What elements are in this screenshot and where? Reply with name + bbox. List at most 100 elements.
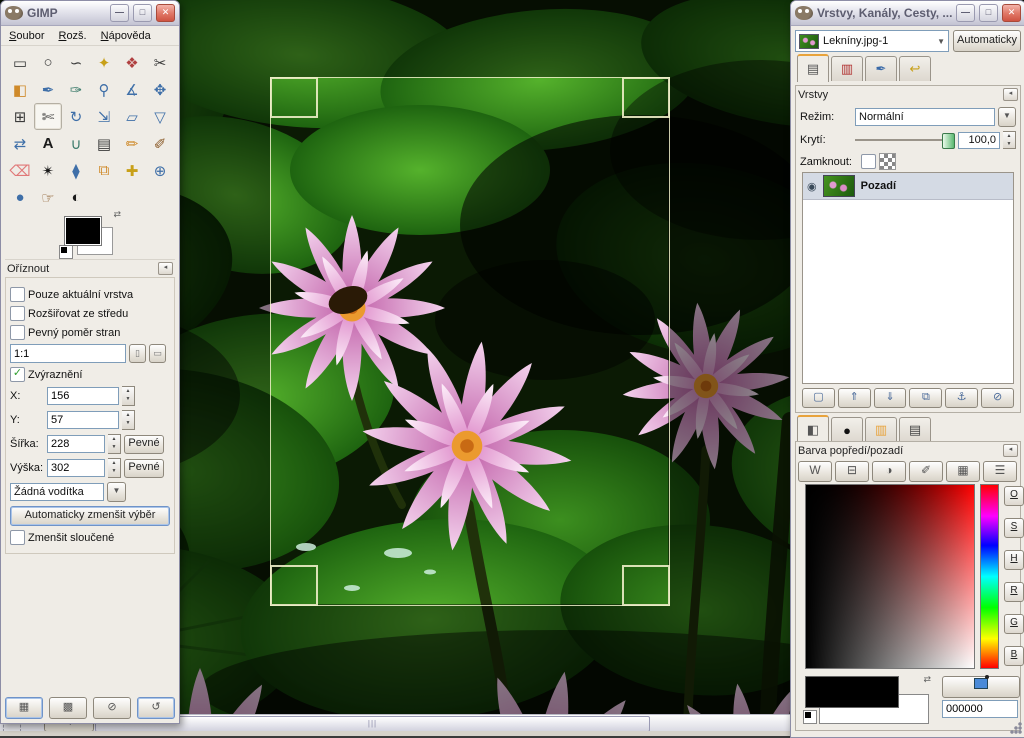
tool-zoom[interactable]: ⚲: [90, 76, 118, 103]
y-input[interactable]: [47, 411, 119, 429]
patterns-tab[interactable]: ▥: [865, 417, 897, 442]
delete-options-button[interactable]: ⊘: [93, 697, 131, 719]
x-input[interactable]: [47, 387, 119, 405]
gradients-tab[interactable]: ▤: [899, 417, 931, 442]
lock-checkbox[interactable]: [861, 154, 876, 169]
duplicate-layer-button[interactable]: ⧉: [909, 388, 942, 408]
paths-tab[interactable]: ✒: [865, 56, 897, 81]
channels-tab[interactable]: ▥: [831, 56, 863, 81]
highlight-checkbox[interactable]: ✓: [10, 367, 25, 382]
palette-selector-button[interactable]: ▦: [946, 461, 980, 482]
dock-titlebar[interactable]: Vrstvy, Kanály, Cesty, ... — □ ✕: [791, 1, 1024, 26]
height-spinner[interactable]: ▲▼: [108, 458, 121, 478]
shrink-merged-checkbox[interactable]: [10, 530, 25, 545]
watercolor-selector-button[interactable]: ✐: [909, 461, 943, 482]
menu-rozs[interactable]: Rozš.: [58, 30, 86, 42]
tool-free-select[interactable]: ∽: [62, 49, 90, 76]
ratio-input[interactable]: [10, 344, 126, 363]
tool-move[interactable]: ✥: [146, 76, 174, 103]
toolbox-titlebar[interactable]: GIMP — □ ✕: [1, 1, 179, 26]
saturation-channel-button[interactable]: S: [1004, 518, 1024, 538]
save-options-button[interactable]: ▦: [5, 697, 43, 719]
image-selector[interactable]: Lekníny.jpg-1 ▼: [795, 30, 949, 52]
tool-bucket-fill[interactable]: ∪: [62, 130, 90, 157]
resize-grip[interactable]: [1010, 722, 1022, 734]
collapse-layers-button[interactable]: ◂: [1003, 88, 1018, 101]
fg-bg-color-area[interactable]: ⇄: [63, 213, 119, 255]
tool-paths[interactable]: ✒: [34, 76, 62, 103]
height-input[interactable]: [47, 459, 105, 477]
default-colors-icon[interactable]: [803, 710, 817, 724]
collapse-options-button[interactable]: ◂: [158, 262, 173, 275]
dock-fg-bg-area[interactable]: ⇄: [805, 676, 935, 724]
tool-paintbrush[interactable]: ✐: [146, 130, 174, 157]
tool-rotate[interactable]: ↻: [62, 103, 90, 130]
mode-select[interactable]: Normální: [855, 108, 995, 126]
tool-ellipse-select[interactable]: ○: [34, 49, 62, 76]
tool-flip[interactable]: ⇄: [6, 130, 34, 157]
tool-eraser[interactable]: ⌫: [6, 157, 34, 184]
gimp-selector-button[interactable]: W: [798, 461, 832, 482]
tool-align[interactable]: ⊞: [6, 103, 34, 130]
scales-selector-button[interactable]: ☰: [983, 461, 1017, 482]
menu-napoveda[interactable]: Nápověda: [101, 30, 151, 42]
tool-fuzzy-select[interactable]: ✦: [90, 49, 118, 76]
guides-select[interactable]: Žádná vodítka: [10, 483, 104, 501]
undo-history-tab[interactable]: ↩: [899, 56, 931, 81]
fixed-ratio-checkbox[interactable]: [10, 325, 25, 340]
x-spinner[interactable]: ▲▼: [122, 386, 135, 406]
fg-bg-color-tab[interactable]: ◧: [797, 415, 829, 443]
swap-colors-icon[interactable]: ⇄: [923, 674, 931, 685]
reset-options-button[interactable]: ↺: [137, 697, 175, 719]
opacity-slider[interactable]: [855, 133, 955, 147]
close-button[interactable]: ✕: [156, 4, 175, 22]
hex-color-input[interactable]: [942, 700, 1018, 718]
tool-text[interactable]: A: [34, 130, 62, 157]
tool-foreground-select[interactable]: ◧: [6, 76, 34, 103]
opacity-spinner[interactable]: ▲▼: [1003, 131, 1016, 149]
foreground-color-swatch[interactable]: [65, 217, 101, 245]
slider-handle[interactable]: [942, 133, 955, 149]
raise-layer-button[interactable]: ⇑: [838, 388, 871, 408]
brushes-tab[interactable]: ●: [831, 417, 863, 442]
tool-color-picker[interactable]: ✑: [62, 76, 90, 103]
wheel-selector-button[interactable]: ◑: [872, 461, 906, 482]
y-spinner[interactable]: ▲▼: [122, 410, 135, 430]
width-spinner[interactable]: ▲▼: [108, 434, 121, 454]
tool-airbrush[interactable]: ✴: [34, 157, 62, 184]
tool-shear[interactable]: ▱: [118, 103, 146, 130]
fixed-width-button[interactable]: Pevné: [124, 435, 164, 454]
hue-channel-button[interactable]: O: [1004, 486, 1024, 506]
autoshrink-button[interactable]: Automaticky zmenšit výběr: [10, 506, 170, 526]
current-layer-checkbox[interactable]: [10, 287, 25, 302]
new-layer-button[interactable]: ▢: [802, 388, 835, 408]
hue-strip[interactable]: [980, 484, 999, 669]
swap-colors-icon[interactable]: ⇄: [113, 209, 121, 220]
tool-crop[interactable]: ✄: [34, 103, 62, 130]
crop-handle-top-right[interactable]: [622, 77, 670, 118]
minimize-button[interactable]: —: [956, 4, 975, 22]
red-channel-button[interactable]: R: [1004, 582, 1024, 602]
tool-scale[interactable]: ⇲: [90, 103, 118, 130]
tool-select-by-color[interactable]: ❖: [118, 49, 146, 76]
crop-handle-top-left[interactable]: [270, 77, 318, 118]
saturation-value-square[interactable]: [805, 484, 975, 669]
mode-dropdown-arrow[interactable]: ▼: [998, 107, 1016, 127]
layer-row-pozadi[interactable]: ◉ Pozadí: [803, 173, 1013, 200]
crop-selection[interactable]: [270, 77, 670, 606]
pick-color-from-screen-button[interactable]: [942, 676, 1020, 698]
tool-smudge[interactable]: ☞: [34, 184, 62, 211]
tool-ink[interactable]: ⧫: [62, 157, 90, 184]
blue-channel-button[interactable]: B: [1004, 646, 1024, 666]
crop-handle-bottom-right[interactable]: [622, 565, 670, 606]
expand-center-checkbox[interactable]: [10, 306, 25, 321]
lower-layer-button[interactable]: ⇓: [874, 388, 907, 408]
visibility-eye-icon[interactable]: ◉: [807, 180, 817, 193]
landscape-icon[interactable]: ▭: [149, 344, 166, 363]
tool-dodge-burn[interactable]: ◐: [62, 184, 90, 211]
tool-scissors-select[interactable]: ✂: [146, 49, 174, 76]
portrait-icon[interactable]: ▯: [129, 344, 146, 363]
layers-tab[interactable]: ▤: [797, 54, 829, 82]
tool-perspective-clone[interactable]: ⊕: [146, 157, 174, 184]
crop-handle-bottom-left[interactable]: [270, 565, 318, 606]
